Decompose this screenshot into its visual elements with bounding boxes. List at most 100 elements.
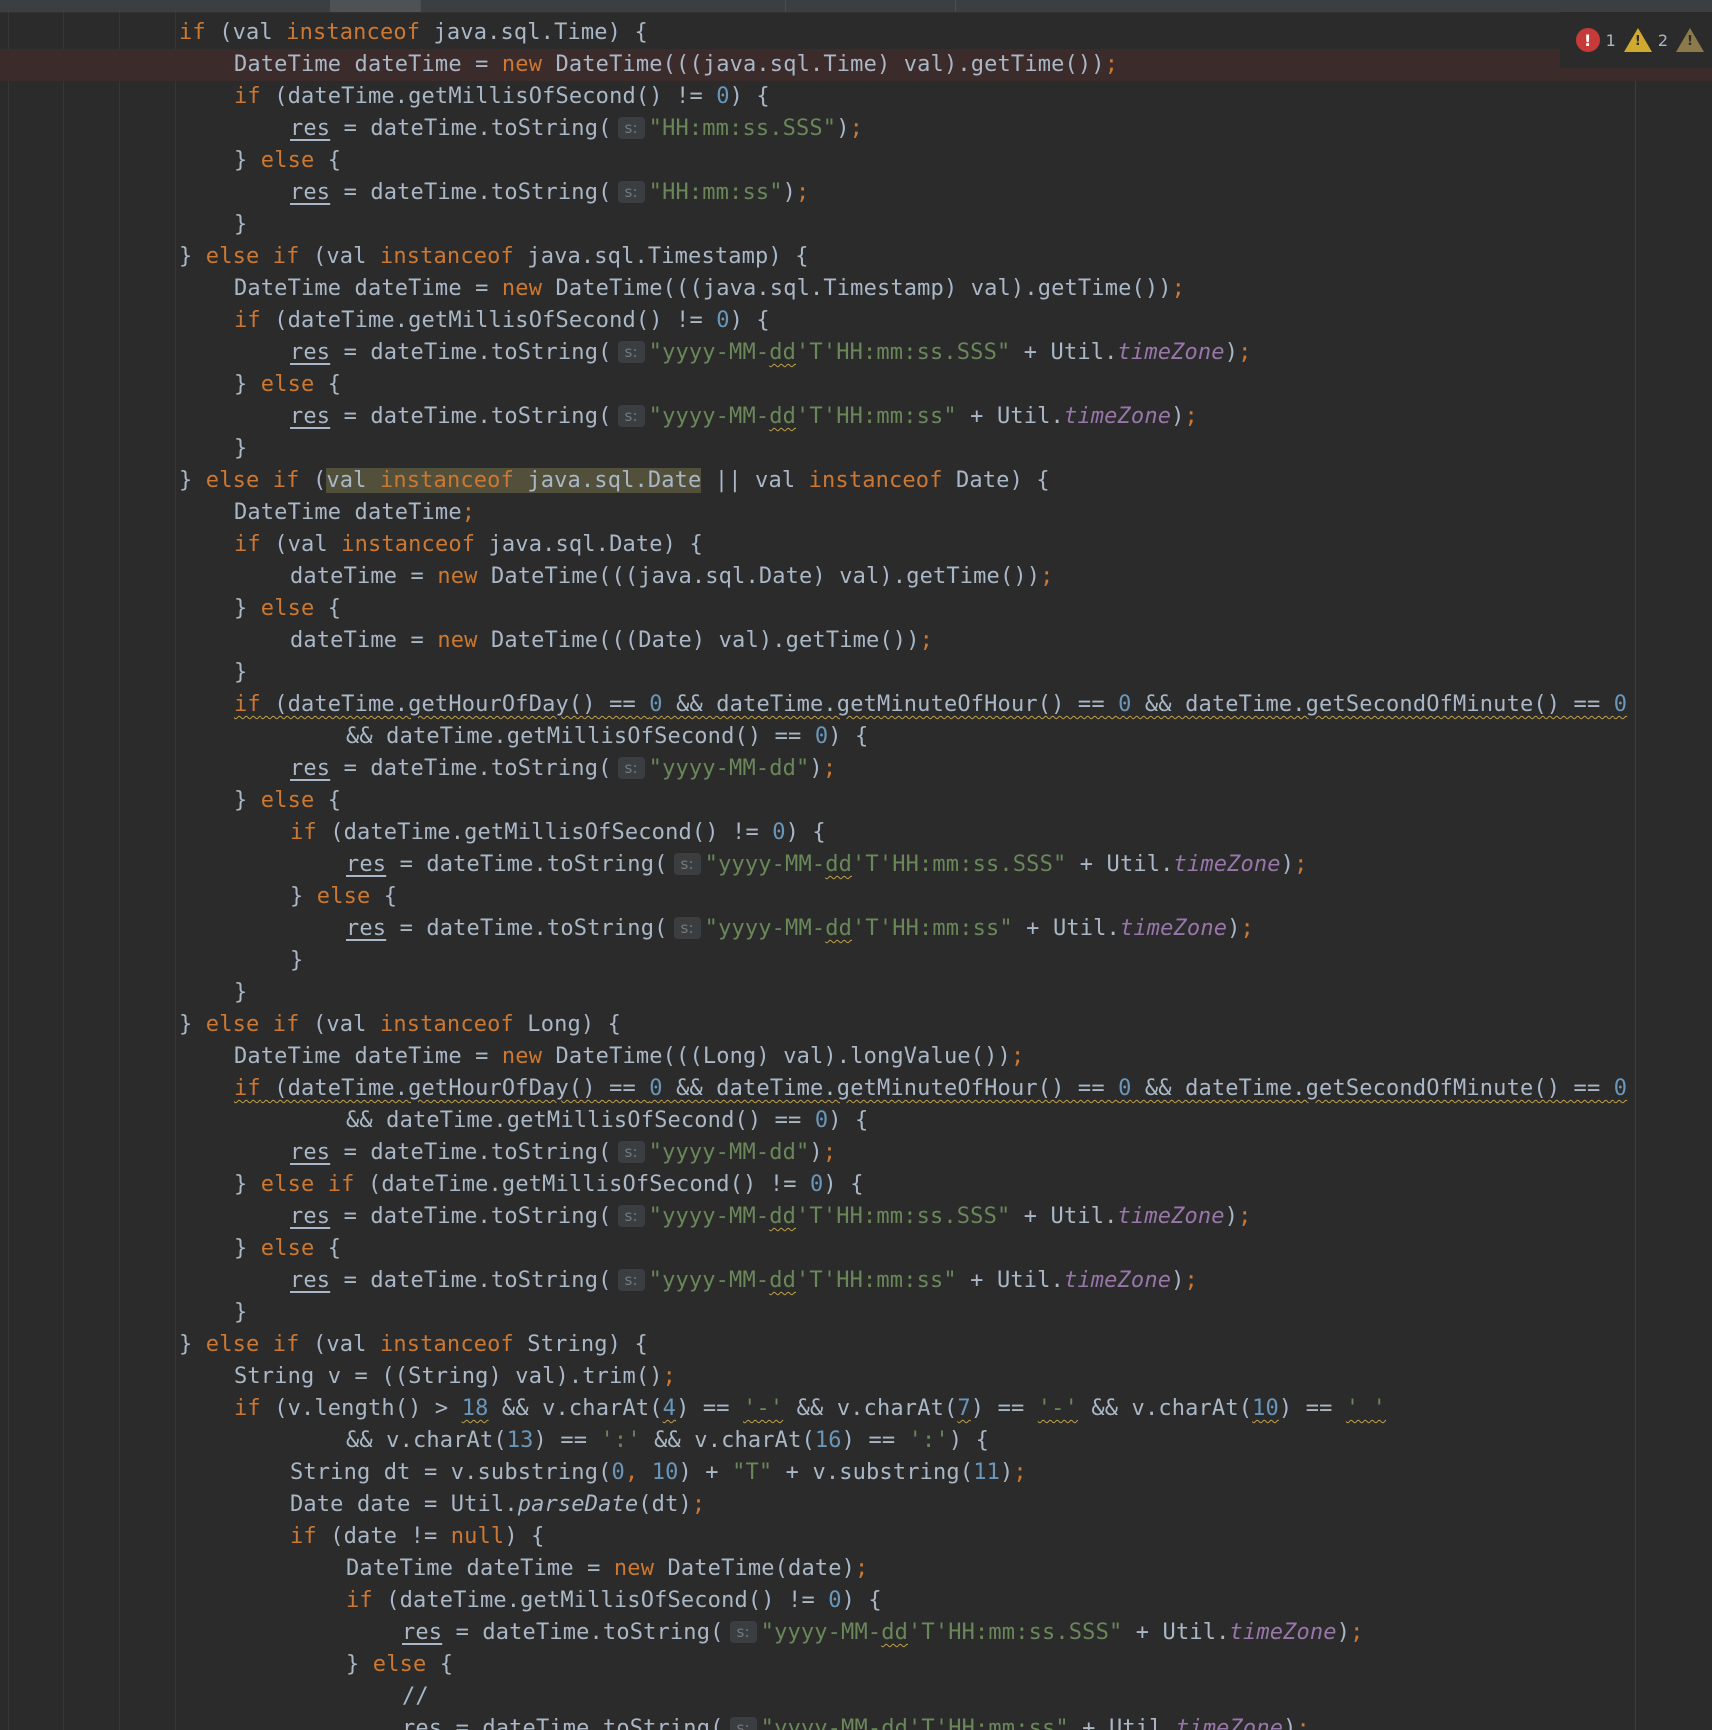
code-line[interactable]: res = dateTime.toString(s: "yyyy-MM-dd'T'… [0,849,1712,881]
code-line[interactable]: Date date = Util.parseDate(dt); [0,1489,1712,1521]
editor-tab[interactable] [420,0,786,12]
code-line[interactable]: DateTime dateTime = new DateTime(date); [0,1553,1712,1585]
code-line[interactable]: String dt = v.substring(0, 10) + "T" + v… [0,1457,1712,1489]
code-token: (val [299,1332,380,1357]
code-line[interactable]: } [0,1297,1712,1329]
code-token: DateTime dateTime = [346,1556,614,1581]
code-token: (dateTime.getHourOfDay() == [260,1076,650,1101]
code-line[interactable]: if (dateTime.getHourOfDay() == 0 && date… [0,689,1712,721]
code-token: dd [881,1620,909,1645]
code-line[interactable]: } [0,433,1712,465]
code-line[interactable]: String v = ((String) val).trim(); [0,1361,1712,1393]
code-line[interactable]: res = dateTime.toString(s: "yyyy-MM-dd"); [0,753,1712,785]
code-line[interactable]: } else { [0,785,1712,817]
code-line[interactable]: } [0,209,1712,241]
editor-tab-active[interactable] [330,0,421,12]
code-line[interactable]: } [0,945,1712,977]
code-line[interactable]: if (dateTime.getMillisOfSecond() != 0) { [0,817,1712,849]
code-line[interactable]: } else { [0,369,1712,401]
code-line[interactable]: DateTime dateTime = new DateTime(((java.… [0,273,1712,305]
code-token: "yyyy-MM- [760,1620,882,1645]
code-token: && v.charAt( [783,1396,958,1421]
code-token: } [234,1300,248,1325]
code-line[interactable]: res = dateTime.toString(s: "yyyy-MM-dd'T'… [0,1201,1712,1233]
code-token: DateTime dateTime = [234,52,502,77]
code-line[interactable]: } else if (val instanceof java.sql.Date … [0,465,1712,497]
code-token: 'T'HH:mm:ss.SSS" [852,852,1067,877]
code-line[interactable]: && v.charAt(13) == ':' && v.charAt(16) =… [0,1425,1712,1457]
code-line[interactable]: } [0,657,1712,689]
code-line[interactable]: if (dateTime.getMillisOfSecond() != 0) { [0,305,1712,337]
code-token: ) == [676,1396,744,1421]
code-line[interactable]: } else { [0,881,1712,913]
code-token: ; [1184,404,1198,429]
code-line[interactable]: DateTime dateTime; [0,497,1712,529]
code-token: res [290,1204,331,1229]
code-token: } [234,436,248,461]
warning-count[interactable]: ! 2 [1623,28,1668,52]
code-line[interactable]: } else if (val instanceof String) { [0,1329,1712,1361]
code-token: (val [205,20,287,45]
code-line[interactable]: res = dateTime.toString(s: "yyyy-MM-dd'T'… [0,913,1712,945]
weak-warning-indicator[interactable]: ! [1676,28,1704,52]
code-token: ) == [533,1428,601,1453]
code-token: dateTime = [290,628,438,653]
code-token: else if [205,1012,300,1037]
code-token: ) [1171,1268,1185,1293]
error-count[interactable]: ! 1 [1575,28,1616,52]
code-token: instanceof [808,468,943,493]
code-line[interactable]: } else { [0,145,1712,177]
code-line[interactable]: && dateTime.getMillisOfSecond() == 0) { [0,721,1712,753]
code-token: ) [809,1140,823,1165]
code-token: (val [299,1012,380,1037]
code-line[interactable]: if (v.length() > 18 && v.charAt(4) == '-… [0,1393,1712,1425]
code-token: (dateTime.getMillisOfSecond() != [260,308,717,333]
code-line[interactable]: } else if (val instanceof Long) { [0,1009,1712,1041]
code-token: 0 [814,724,829,749]
inspection-widget[interactable]: ! 1 ! 2 ! [1559,12,1712,68]
code-token: ; [822,1140,837,1165]
code-line[interactable]: DateTime dateTime = new DateTime(((Long)… [0,1041,1712,1073]
code-line[interactable]: } [0,977,1712,1009]
code-line[interactable]: res = dateTime.toString(s: "yyyy-MM-dd'T'… [0,1713,1712,1730]
code-token: + Util. [1122,1620,1230,1645]
code-token: dd [769,340,797,365]
code-line[interactable]: if (dateTime.getMillisOfSecond() != 0) { [0,81,1712,113]
code-token: + Util. [956,404,1064,429]
code-line[interactable]: dateTime = new DateTime(((Date) val).get… [0,625,1712,657]
code-line[interactable]: if (date != null) { [0,1521,1712,1553]
code-token: ) [809,756,823,781]
code-line[interactable]: } else { [0,1649,1712,1681]
code-line[interactable]: res = dateTime.toString(s: "yyyy-MM-dd'T'… [0,1617,1712,1649]
code-line[interactable]: } else if (val instanceof java.sql.Times… [0,241,1712,273]
code-token: java.sql.Time) { [420,20,648,45]
code-line[interactable]: } else { [0,1233,1712,1265]
code-line[interactable]: res = dateTime.toString(s: "yyyy-MM-dd'T'… [0,1265,1712,1297]
code-line[interactable]: && dateTime.getMillisOfSecond() == 0) { [0,1105,1712,1137]
code-line[interactable]: res = dateTime.toString(s: "HH:mm:ss"); [0,177,1712,209]
parameter-hint: s: [617,405,645,427]
code-token: ) { [729,84,770,109]
code-token: 'T'HH:mm:ss" [796,404,957,429]
code-line[interactable]: dateTime = new DateTime(((java.sql.Date)… [0,561,1712,593]
code-line[interactable]: DateTime dateTime = new DateTime(((java.… [0,49,1712,81]
code-token: 0 [772,820,786,845]
code-line[interactable]: if (val instanceof java.sql.Date) { [0,529,1712,561]
code-line[interactable]: // [0,1681,1712,1713]
code-line[interactable]: res = dateTime.toString(s: "HH:mm:ss.SSS"… [0,113,1712,145]
code-line[interactable]: if (dateTime.getMillisOfSecond() != 0) { [0,1585,1712,1617]
code-line[interactable]: } else { [0,593,1712,625]
code-token: DateTime(((java.sql.Timestamp) val).getT… [542,276,1172,301]
code-token: if [346,1588,373,1613]
code-editor[interactable]: if (val instanceof java.sql.Time) {DateT… [0,12,1712,1730]
code-line[interactable]: if (dateTime.getHourOfDay() == 0 && date… [0,1073,1712,1105]
code-line[interactable]: } else if (dateTime.getMillisOfSecond() … [0,1169,1712,1201]
code-token: 0 [828,1588,842,1613]
code-line[interactable]: if (val instanceof java.sql.Time) { [0,17,1712,49]
code-line[interactable]: res = dateTime.toString(s: "yyyy-MM-dd"); [0,1137,1712,1169]
code-token: 0 [649,692,663,717]
code-line[interactable]: res = dateTime.toString(s: "yyyy-MM-dd'T'… [0,401,1712,433]
editor-tab[interactable] [0,0,331,12]
editor-tab[interactable] [785,0,956,12]
code-line[interactable]: res = dateTime.toString(s: "yyyy-MM-dd'T'… [0,337,1712,369]
